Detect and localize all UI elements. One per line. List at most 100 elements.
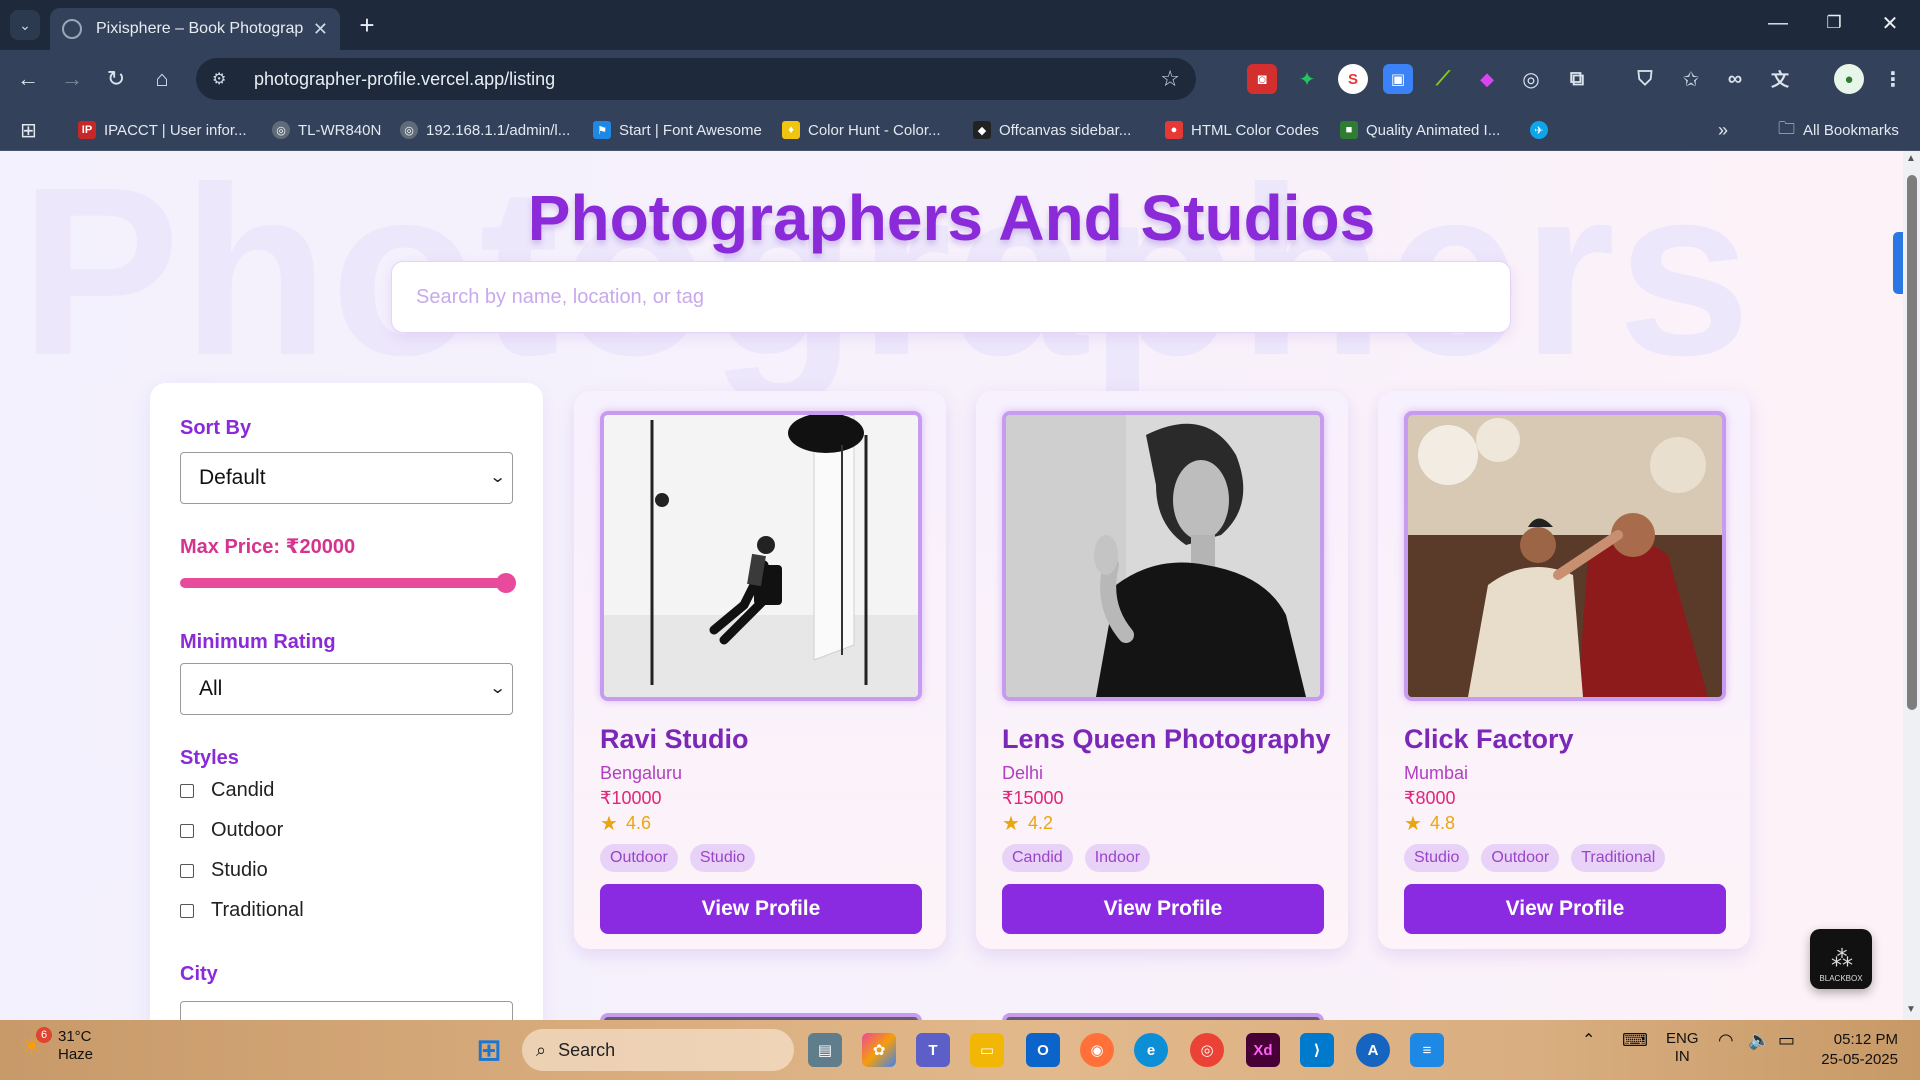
weather-widget[interactable]: ☀ 6 31°C Haze: [20, 1027, 93, 1064]
teams-icon[interactable]: T: [916, 1033, 950, 1067]
bookmark-item[interactable]: ◎ 192.168.1.1/admin/l...: [400, 118, 570, 142]
file-explorer-icon[interactable]: ▭: [970, 1033, 1004, 1067]
ipacct-favicon-icon: IP: [78, 121, 96, 139]
volume-icon[interactable]: 🔈: [1748, 1030, 1770, 1051]
bookmark-item[interactable]: ♦ Color Hunt - Color...: [782, 118, 941, 142]
apps-grid-icon[interactable]: ⊞: [20, 118, 37, 142]
bookmark-item[interactable]: ✈: [1530, 118, 1556, 142]
bookmark-item[interactable]: ● HTML Color Codes: [1165, 118, 1319, 142]
edge-icon[interactable]: e: [1134, 1033, 1168, 1067]
profile-avatar[interactable]: ●: [1834, 64, 1864, 94]
view-profile-button[interactable]: View Profile: [600, 884, 922, 934]
taskbar-search[interactable]: ⌕ Search: [522, 1029, 794, 1071]
task-view-icon[interactable]: ▤: [808, 1033, 842, 1067]
card-city: Delhi: [1002, 763, 1044, 783]
photographer-card: Lens Queen Photography Delhi ₹15000 ★ 4.…: [976, 391, 1348, 949]
photographer-card: Click Factory Mumbai ₹8000 ★ 4.8 Studio …: [1378, 391, 1750, 949]
vscode-icon[interactable]: ⟩: [1300, 1033, 1334, 1067]
bookmark-item[interactable]: IP IPACCT | User infor...: [78, 118, 247, 142]
back-arrow-icon[interactable]: ←: [12, 63, 44, 95]
notepad-icon[interactable]: ≡: [1410, 1033, 1444, 1067]
bookmark-item[interactable]: ■ Quality Animated I...: [1340, 118, 1500, 142]
blackbox-widget[interactable]: ⁂ BLACKBOX: [1810, 929, 1872, 989]
bookmark-item[interactable]: ◎ TL-WR840N: [272, 118, 381, 142]
incognito-icon[interactable]: ⛉: [1630, 64, 1660, 94]
max-price-slider[interactable]: [180, 573, 516, 593]
checkbox[interactable]: [180, 783, 194, 798]
scroll-up-arrow-icon[interactable]: ▲: [1906, 153, 1916, 164]
adobe-xd-icon[interactable]: Xd: [1246, 1033, 1280, 1067]
windows-start-icon[interactable]: ⊞: [472, 1033, 506, 1067]
scrollbar-thumb[interactable]: [1907, 175, 1917, 710]
style-checkbox-outdoor[interactable]: Outdoor: [180, 819, 283, 842]
keyboard-icon[interactable]: ⌨: [1622, 1030, 1648, 1051]
favorites-icon[interactable]: ✩: [1676, 64, 1706, 94]
leaf-extension-icon[interactable]: ✦: [1292, 64, 1322, 94]
tag: Indoor: [1084, 844, 1151, 872]
scroll-down-arrow-icon[interactable]: ▼: [1906, 1004, 1916, 1015]
close-tab-icon[interactable]: ✕: [313, 19, 328, 40]
s-extension-icon[interactable]: S: [1338, 64, 1368, 94]
checkbox[interactable]: [180, 823, 194, 838]
show-hidden-icons-chevron-icon[interactable]: ⌃: [1582, 1030, 1595, 1050]
diamond-extension-icon[interactable]: ◆: [1472, 64, 1502, 94]
checkbox[interactable]: [180, 903, 194, 918]
forward-arrow-icon[interactable]: →: [56, 63, 88, 95]
view-profile-button[interactable]: View Profile: [1002, 884, 1324, 934]
all-bookmarks-label: All Bookmarks: [1803, 121, 1899, 139]
reload-icon[interactable]: ↻: [100, 63, 132, 95]
copilot-icon[interactable]: ✿: [862, 1033, 896, 1067]
home-icon[interactable]: ⌂: [146, 63, 178, 95]
outlook-icon[interactable]: O: [1026, 1033, 1060, 1067]
bookmark-item[interactable]: ⚑ Start | Font Awesome: [593, 118, 762, 142]
restore-icon[interactable]: ❐: [1814, 8, 1854, 38]
slider-thumb[interactable]: [496, 573, 516, 593]
window-extension-icon[interactable]: ▣: [1383, 64, 1413, 94]
star-icon: ★: [600, 813, 618, 835]
address-bar[interactable]: ⚙ photographer-profile.vercel.app/listin…: [196, 58, 1196, 100]
bookmark-item[interactable]: ◆ Offcanvas sidebar...: [973, 118, 1131, 142]
windows-taskbar: ☀ 6 31°C Haze ⊞ ⌕ Search ▤ ✿ T ▭ O ◉ e ◎…: [0, 1020, 1920, 1080]
minimize-icon[interactable]: —: [1758, 8, 1798, 38]
close-window-icon[interactable]: ✕: [1870, 8, 1910, 38]
menu-kebab-icon[interactable]: ⋮: [1878, 64, 1908, 94]
puzzle-extensions-icon[interactable]: ⧉: [1562, 64, 1592, 94]
blackbox-logo-icon: ⁂: [1831, 946, 1853, 971]
sort-select[interactable]: Default ⌄: [180, 452, 513, 504]
wedding-photo: [1404, 411, 1726, 701]
app-store-icon[interactable]: A: [1356, 1033, 1390, 1067]
language-indicator[interactable]: ENG IN: [1666, 1030, 1699, 1066]
bookmark-star-icon[interactable]: ☆: [1160, 66, 1180, 92]
pocket-extension-icon[interactable]: ◙: [1247, 64, 1277, 94]
view-profile-button[interactable]: View Profile: [1404, 884, 1726, 934]
all-bookmarks-folder[interactable]: 🗀 All Bookmarks: [1778, 118, 1899, 142]
city-select[interactable]: [180, 1001, 513, 1020]
active-tab[interactable]: Pixisphere – Book Photographe ✕: [50, 8, 340, 50]
battery-icon[interactable]: ▭: [1778, 1030, 1795, 1051]
rating-select[interactable]: All ⌄: [180, 663, 513, 715]
style-checkbox-candid[interactable]: Candid: [180, 779, 274, 802]
firefox-icon[interactable]: ◉: [1080, 1033, 1114, 1067]
wifi-icon[interactable]: ◠: [1718, 1030, 1734, 1051]
target-extension-icon[interactable]: ◎: [1516, 64, 1546, 94]
link-icon[interactable]: ∞: [1720, 64, 1750, 94]
checkbox[interactable]: [180, 863, 194, 878]
page-scrollbar[interactable]: ▲ ▼: [1903, 151, 1920, 1020]
chart-extension-icon[interactable]: ⟋: [1428, 64, 1458, 94]
card-rating: ★ 4.2: [1002, 811, 1053, 836]
side-panel-toggle[interactable]: [1893, 232, 1903, 294]
checkbox-label: Outdoor: [211, 819, 284, 841]
style-checkbox-studio[interactable]: Studio: [180, 859, 268, 882]
new-tab-plus-icon[interactable]: +: [352, 10, 382, 40]
translate-icon[interactable]: 文: [1765, 64, 1795, 94]
search-input[interactable]: [391, 261, 1511, 333]
bookmark-label: Color Hunt - Color...: [808, 121, 941, 139]
style-checkbox-traditional[interactable]: Traditional: [180, 899, 304, 922]
htmlcolor-favicon-icon: ●: [1165, 121, 1183, 139]
tab-search-chevron-icon[interactable]: ⌄: [10, 10, 40, 40]
system-clock[interactable]: 05:12 PM 25-05-2025: [1812, 1030, 1898, 1070]
tag: Outdoor: [600, 844, 678, 872]
site-info-icon[interactable]: ⚙: [212, 69, 234, 89]
chrome-icon[interactable]: ◎: [1190, 1033, 1224, 1067]
more-bookmarks-chevron-icon[interactable]: »: [1718, 118, 1728, 142]
